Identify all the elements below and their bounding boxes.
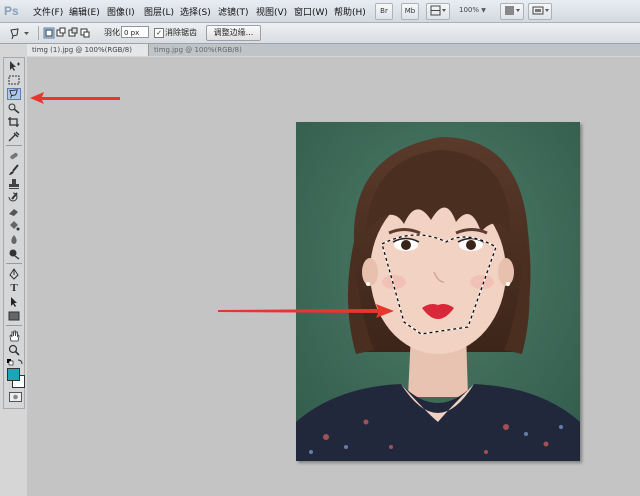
brush-tool-icon[interactable] <box>7 164 21 176</box>
annotation-arrow-toolbox <box>30 92 120 104</box>
selection-mode-icons <box>43 27 90 39</box>
quick-select-tool-icon[interactable] <box>7 102 21 114</box>
path-selection-tool-icon[interactable] <box>7 296 21 308</box>
photo-canvas[interactable] <box>296 122 580 461</box>
shape-tool-icon[interactable] <box>7 310 21 322</box>
paint-bucket-tool-icon[interactable] <box>7 220 21 232</box>
feather-input[interactable]: 0 px <box>121 26 149 38</box>
screen-mode-icon <box>532 6 549 15</box>
menu-layer[interactable]: 图层(L) <box>144 5 174 18</box>
tab-timg[interactable]: timg.jpg @ 100%(RGB/8) <box>149 44 289 56</box>
clone-stamp-tool-icon[interactable] <box>7 178 21 190</box>
history-brush-tool-icon[interactable] <box>7 192 21 204</box>
menu-filter[interactable]: 滤镜(T) <box>218 5 249 18</box>
zoom-level[interactable]: 100% ▼ <box>459 6 486 14</box>
antialias-checkbox[interactable]: ✓ <box>154 28 164 38</box>
options-bar: 羽化: 0 px ✓ 消除锯齿 调整边缘... <box>0 23 640 44</box>
view-extras-button[interactable] <box>426 3 450 20</box>
menu-help[interactable]: 帮助(H) <box>334 5 366 18</box>
arrange-documents-button[interactable] <box>500 3 524 20</box>
mini-bridge-button[interactable]: Mb <box>401 3 419 20</box>
feather-label: 羽化: <box>104 28 123 37</box>
tab-timg-1[interactable]: timg (1).jpg @ 100%(RGB/8) <box>27 44 149 56</box>
move-tool-icon[interactable] <box>7 60 21 72</box>
lasso-preset-icon <box>10 28 29 40</box>
healing-brush-tool-icon[interactable] <box>7 150 21 162</box>
tool-separator <box>6 325 22 326</box>
bridge-button[interactable]: Br <box>375 3 393 20</box>
separator <box>38 26 39 40</box>
toolbox: T <box>3 57 25 409</box>
pen-tool-icon[interactable] <box>7 268 21 280</box>
hand-tool-icon[interactable] <box>7 330 21 342</box>
quick-mask-button[interactable] <box>9 392 22 402</box>
marquee-tool-icon[interactable] <box>7 74 21 86</box>
type-tool-icon[interactable]: T <box>7 282 21 294</box>
zoom-tool-icon[interactable] <box>7 344 21 356</box>
document-tab-bar: timg (1).jpg @ 100%(RGB/8) timg.jpg @ 10… <box>27 44 640 56</box>
screen-mode-button[interactable] <box>528 3 552 20</box>
annotation-arrow-face <box>218 304 394 318</box>
arrange-icon <box>505 6 520 15</box>
polygonal-lasso-tool-icon[interactable] <box>7 88 21 100</box>
tool-preset-picker[interactable] <box>8 27 34 43</box>
menu-bar: Ps 文件(F) 编辑(E) 图像(I) 图层(L) 选择(S) 滤镜(T) 视… <box>0 0 640 23</box>
foreground-color-swatch[interactable] <box>7 368 20 381</box>
selection-mode-group[interactable] <box>43 27 91 42</box>
refine-edge-button[interactable]: 调整边缘... <box>206 25 261 41</box>
menu-view[interactable]: 视图(V) <box>256 5 287 18</box>
menu-select[interactable]: 选择(S) <box>180 5 211 18</box>
eyedropper-tool-icon[interactable] <box>7 130 21 142</box>
photoshop-logo: Ps <box>4 4 19 18</box>
menu-file[interactable]: 文件(F) <box>33 5 63 18</box>
portrait-image <box>296 122 580 461</box>
tool-separator <box>6 263 22 264</box>
grid-icon <box>430 5 446 16</box>
menu-edit[interactable]: 编辑(E) <box>69 5 100 18</box>
dodge-tool-icon[interactable] <box>7 248 21 260</box>
chevron-down-icon: ▼ <box>481 7 486 14</box>
quick-mask-icon <box>13 394 18 400</box>
blur-tool-icon[interactable] <box>7 234 21 246</box>
antialias-label: 消除锯齿 <box>165 28 197 37</box>
crop-tool-icon[interactable] <box>7 116 21 128</box>
menu-window[interactable]: 窗口(W) <box>294 5 328 18</box>
tool-separator <box>6 145 22 146</box>
default-colors-icon[interactable] <box>6 358 24 367</box>
menu-image[interactable]: 图像(I) <box>107 5 135 18</box>
eraser-tool-icon[interactable] <box>7 206 21 218</box>
